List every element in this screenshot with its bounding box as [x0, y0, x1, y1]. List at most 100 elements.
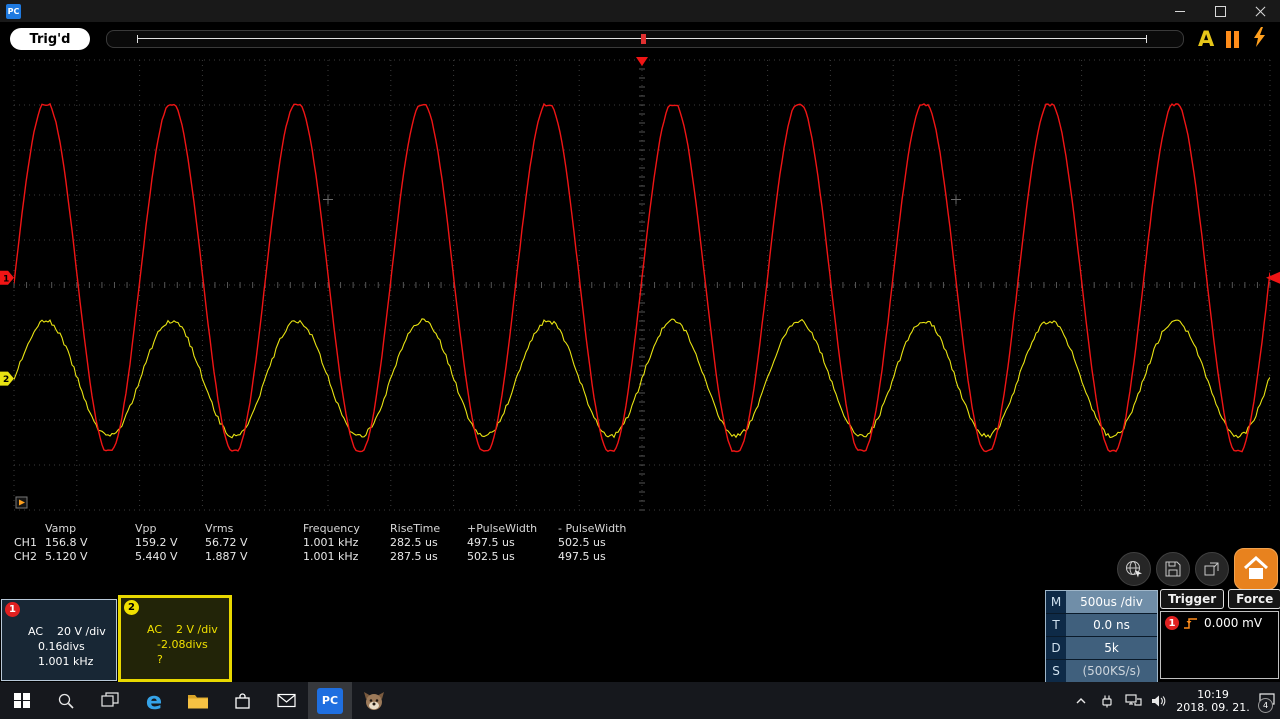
- notification-badge: 4: [1258, 698, 1273, 713]
- floppy-save-icon: [1165, 561, 1181, 577]
- network-icon: [1124, 694, 1142, 706]
- timebase-key: S: [1046, 660, 1066, 682]
- start-button[interactable]: [0, 682, 44, 719]
- trigger-panel: Trigger Force 1 0.000 mV: [1160, 589, 1280, 682]
- measurement-value: 497.5 us: [558, 550, 606, 563]
- measurement-value: 497.5 us: [467, 536, 515, 549]
- app-icon: PC: [6, 3, 21, 19]
- trigger-info: 1 0.000 mV: [1160, 611, 1279, 679]
- measurement-value: 56.72 V: [205, 536, 248, 549]
- gimp-app-button[interactable]: [352, 682, 396, 719]
- measurement-value: 287.5 us: [390, 550, 438, 563]
- taskbar-time: 10:19: [1197, 687, 1229, 701]
- channel1-coupling: AC: [28, 625, 44, 638]
- measurement-header: - PulseWidth: [558, 522, 627, 535]
- lightning-icon: [1254, 27, 1266, 47]
- timebase-value: 0.0 ns: [1066, 614, 1157, 636]
- rising-edge-icon: [1184, 618, 1197, 629]
- timebase-value: (500KS/s): [1066, 660, 1157, 682]
- edge-browser-button[interactable]: e: [132, 682, 176, 719]
- store-bag-icon: [234, 692, 250, 709]
- edge-icon: e: [145, 686, 163, 715]
- measurement-value: 1.001 kHz: [303, 536, 359, 549]
- timebase-key: M: [1046, 591, 1066, 613]
- pause-icon: [1226, 30, 1232, 48]
- timebase-row-samplerate[interactable]: S (500KS/s): [1046, 660, 1157, 682]
- maximize-button[interactable]: [1200, 0, 1240, 22]
- chevron-up-icon: [1076, 697, 1086, 703]
- channel1-frequency: 1.001 kHz: [38, 655, 94, 668]
- measurement-row-label: CH1: [14, 536, 37, 549]
- measurement-header-row: Vamp Vpp Vrms Frequency RiseTime +PulseW…: [14, 522, 678, 536]
- channel2-box[interactable]: 2 AC 2 V /div -2.08divs ?: [118, 595, 232, 682]
- timebase-row-trigger-delay[interactable]: T 0.0 ns: [1046, 614, 1157, 637]
- svg-text:2: 2: [3, 375, 9, 385]
- channel2-offset: -2.08divs: [157, 638, 208, 651]
- toolbar-buttons: A: [1198, 27, 1267, 51]
- home-button[interactable]: [1234, 548, 1278, 590]
- channel2-coupling: AC: [147, 623, 163, 636]
- trigger-button[interactable]: Trigger: [1160, 589, 1225, 609]
- gimp-icon: [364, 691, 384, 710]
- timebase-row-main[interactable]: M 500us /div: [1046, 591, 1157, 614]
- power-tray-icon-button[interactable]: [1094, 682, 1120, 719]
- channel2-badge: 2: [124, 600, 139, 615]
- measurement-row-ch1: CH1 156.8 V 159.2 V 56.72 V 1.001 kHz 28…: [14, 536, 678, 550]
- taskbar-clock[interactable]: 10:19 2018. 09. 21.: [1172, 688, 1254, 714]
- pause-button[interactable]: [1226, 30, 1240, 48]
- pc-app-icon: PC: [317, 687, 343, 714]
- network-tray-icon-button[interactable]: [1120, 682, 1146, 719]
- mail-button[interactable]: [264, 682, 308, 719]
- utility-buttons: [1117, 548, 1278, 590]
- minimize-button[interactable]: [1160, 0, 1200, 22]
- minimize-icon: [1175, 10, 1185, 12]
- timebase-panel: M 500us /div T 0.0 ns D 5k S (500KS/s): [1045, 590, 1158, 683]
- autoset-button[interactable]: A: [1198, 28, 1214, 50]
- measurement-header: Vpp: [135, 522, 157, 535]
- channel1-settings: AC 20 V /div 0.16divs 1.001 kHz: [28, 624, 106, 669]
- scope-display[interactable]: 12: [0, 56, 1280, 516]
- trigger-source-badge: 1: [1165, 616, 1179, 630]
- timebase-row-depth[interactable]: D 5k: [1046, 637, 1157, 660]
- channel1-badge: 1: [5, 602, 20, 617]
- window-controls: [1160, 0, 1280, 22]
- oscilloscope-app-window: PC Trig'd A 1 2 Vamp Vpp Vrms Frequency …: [0, 0, 1280, 719]
- channel1-offset: 0.16divs: [38, 640, 85, 653]
- measurement-value: 502.5 us: [558, 536, 606, 549]
- measurement-value: 159.2 V: [135, 536, 178, 549]
- save-button[interactable]: [1156, 552, 1190, 586]
- speaker-icon: [1152, 695, 1166, 706]
- system-tray: 10:19 2018. 09. 21. 4: [1068, 682, 1280, 719]
- force-trigger-button[interactable]: Force: [1228, 589, 1280, 609]
- channel1-box[interactable]: 1 AC 20 V /div 0.16divs 1.001 kHz: [1, 599, 117, 681]
- horizontal-position-slider[interactable]: [106, 30, 1184, 48]
- tray-expand-button[interactable]: [1068, 682, 1094, 719]
- export-button[interactable]: [1195, 552, 1229, 586]
- trigger-buttons: Trigger Force: [1160, 589, 1280, 609]
- slider-position-marker[interactable]: [640, 34, 646, 44]
- measurement-value: 156.8 V: [45, 536, 88, 549]
- pc-oscilloscope-app-button[interactable]: PC: [308, 682, 352, 719]
- run-button[interactable]: [1251, 27, 1267, 51]
- measurement-corner: [14, 522, 45, 536]
- maximize-icon: [1214, 5, 1226, 17]
- store-button[interactable]: [220, 682, 264, 719]
- scope-toolbar: Trig'd A: [0, 22, 1280, 56]
- channel2-settings: AC 2 V /div -2.08divs ?: [147, 622, 218, 667]
- windows-taskbar: e PC 10:19 2018. 09. 21. 4: [0, 682, 1280, 719]
- measurement-header: +PulseWidth: [467, 522, 538, 535]
- timebase-value: 500us /div: [1066, 591, 1157, 613]
- measurements-panel: Vamp Vpp Vrms Frequency RiseTime +PulseW…: [14, 522, 678, 564]
- web-cursor-button[interactable]: [1117, 552, 1151, 586]
- search-icon: [58, 693, 74, 709]
- trigger-level-value: 0.000 mV: [1204, 616, 1263, 630]
- search-button[interactable]: [44, 682, 88, 719]
- volume-tray-icon-button[interactable]: [1146, 682, 1172, 719]
- action-center-button[interactable]: 4: [1254, 682, 1280, 719]
- file-explorer-button[interactable]: [176, 682, 220, 719]
- pause-icon: [1234, 30, 1240, 48]
- export-icon: [1204, 562, 1219, 576]
- close-button[interactable]: [1240, 0, 1280, 22]
- window-titlebar: PC: [0, 0, 1280, 22]
- task-view-button[interactable]: [88, 682, 132, 719]
